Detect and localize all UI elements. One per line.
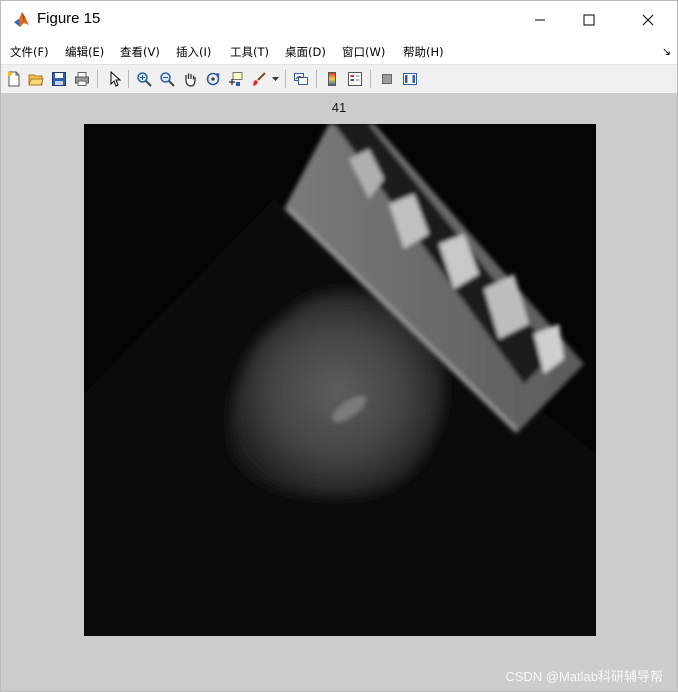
image-axes[interactable] <box>84 124 596 636</box>
dock-arrow-icon[interactable]: ↘ <box>662 45 671 58</box>
figure-toolbar <box>1 64 677 94</box>
pan-button[interactable] <box>180 69 200 89</box>
new-figure-button[interactable] <box>4 69 24 89</box>
toolbar-separator <box>285 70 286 88</box>
window-title: Figure 15 <box>37 10 101 27</box>
minimize-button[interactable] <box>517 1 563 39</box>
menu-edit[interactable]: 编辑(E) <box>65 44 104 60</box>
save-button[interactable] <box>49 69 69 89</box>
link-plot-button[interactable] <box>291 69 311 89</box>
menu-file[interactable]: 文件(F) <box>10 44 49 60</box>
title-bar[interactable]: Figure 15 <box>1 1 677 39</box>
figure-window: Figure 15 文件(F) 编辑(E) 查看(V) 插入(I) 工具(T) … <box>0 0 678 692</box>
pointer-icon <box>110 71 122 87</box>
figure-canvas: 41 CSDN @Matlab科研辅导帮 <box>1 93 677 691</box>
zoom-in-button[interactable] <box>134 69 154 89</box>
brush-dropdown-button[interactable] <box>269 69 281 89</box>
data-cursor-button[interactable] <box>226 69 246 89</box>
menu-desktop[interactable]: 桌面(D) <box>285 44 326 60</box>
brush-button[interactable] <box>249 69 269 89</box>
open-file-button[interactable] <box>26 69 46 89</box>
watermark-text: CSDN @Matlab科研辅导帮 <box>505 669 663 684</box>
data-cursor-icon <box>229 72 243 86</box>
show-plot-tools-icon <box>403 73 417 85</box>
colorbar-icon <box>328 72 336 86</box>
grayscale-image <box>84 124 596 636</box>
hide-plot-tools-button[interactable] <box>377 69 397 89</box>
link-plot-icon <box>294 73 308 85</box>
maximize-button[interactable] <box>566 1 612 39</box>
menu-tools[interactable]: 工具(T) <box>230 44 269 60</box>
close-icon <box>642 14 654 26</box>
matlab-icon <box>14 12 29 27</box>
brush-dropdown-icon <box>271 76 279 81</box>
open-file-icon <box>28 74 44 86</box>
save-icon <box>52 72 66 86</box>
brush-icon <box>252 72 266 86</box>
toolbar-separator <box>316 70 317 88</box>
rotate-3d-button[interactable] <box>203 69 223 89</box>
zoom-out-button[interactable] <box>157 69 177 89</box>
menu-insert[interactable]: 插入(I) <box>176 44 211 60</box>
menu-bar: 文件(F) 编辑(E) 查看(V) 插入(I) 工具(T) 桌面(D) 窗口(W… <box>1 39 677 63</box>
maximize-icon <box>583 14 595 26</box>
legend-icon <box>348 72 362 86</box>
hide-plot-tools-icon <box>382 74 392 84</box>
zoom-in-icon <box>137 72 152 87</box>
legend-button[interactable] <box>345 69 365 89</box>
zoom-out-icon <box>160 72 175 87</box>
rotate-3d-icon <box>206 72 220 86</box>
new-figure-icon <box>8 71 20 87</box>
menu-view[interactable]: 查看(V) <box>120 44 160 60</box>
pan-hand-icon <box>185 73 196 87</box>
toolbar-separator <box>128 70 129 88</box>
print-icon <box>75 72 89 86</box>
toolbar-separator <box>370 70 371 88</box>
close-button[interactable] <box>625 1 671 39</box>
minimize-icon <box>535 19 545 21</box>
menu-window[interactable]: 窗口(W) <box>342 44 385 60</box>
toolbar-separator <box>97 70 98 88</box>
colorbar-button[interactable] <box>322 69 342 89</box>
print-button[interactable] <box>72 69 92 89</box>
axes-title: 41 <box>331 100 347 115</box>
show-plot-tools-button[interactable] <box>400 69 420 89</box>
menu-help[interactable]: 帮助(H) <box>403 44 444 60</box>
pointer-button[interactable] <box>104 69 124 89</box>
